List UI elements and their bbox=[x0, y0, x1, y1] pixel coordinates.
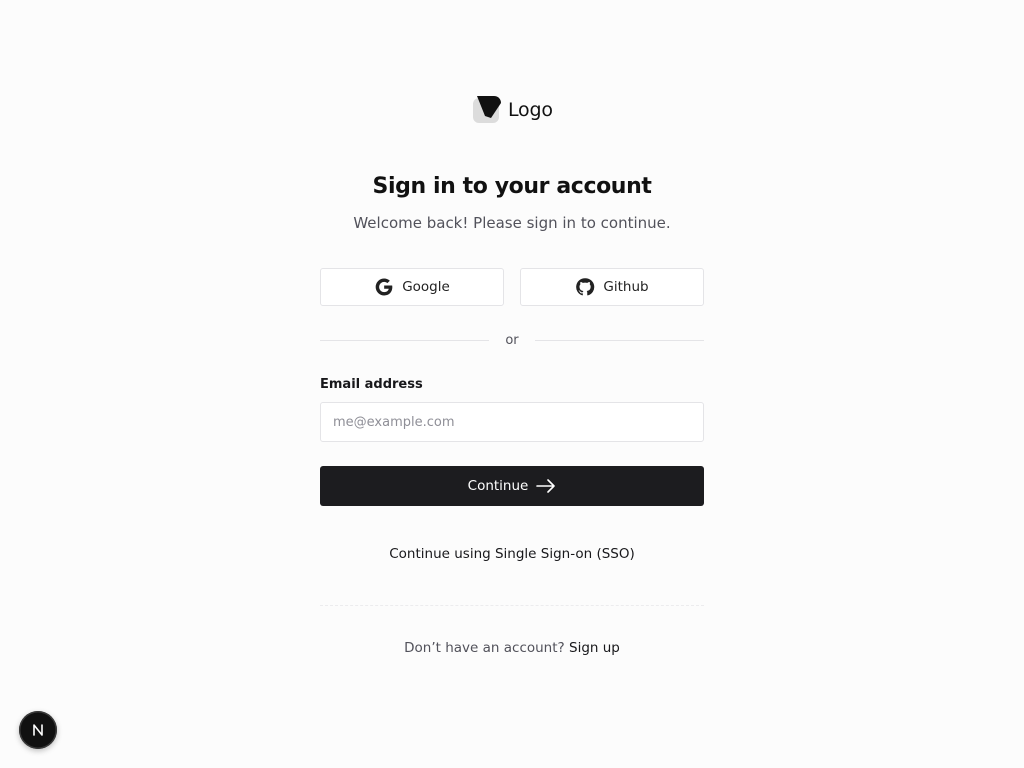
google-button-label: Google bbox=[402, 279, 450, 295]
arrow-right-icon bbox=[536, 479, 556, 493]
github-button-label: Github bbox=[603, 279, 649, 295]
or-divider: or bbox=[320, 333, 704, 348]
dev-tools-badge[interactable]: N bbox=[19, 711, 57, 749]
github-sign-in-button[interactable]: Github bbox=[520, 268, 704, 306]
sign-up-link[interactable]: Sign up bbox=[569, 640, 620, 656]
logo: Logo bbox=[472, 96, 553, 124]
google-sign-in-button[interactable]: Google bbox=[320, 268, 504, 306]
divider-line-left bbox=[320, 340, 490, 341]
signup-row: Don’t have an account? Sign up bbox=[320, 640, 704, 656]
email-label: Email address bbox=[320, 377, 423, 392]
nextjs-icon: N bbox=[33, 724, 43, 736]
google-icon bbox=[375, 278, 393, 296]
continue-button-label: Continue bbox=[467, 478, 529, 494]
logo-mark-icon bbox=[473, 96, 501, 123]
logo-text: Logo bbox=[508, 99, 553, 121]
page-subtitle: Welcome back! Please sign in to continue… bbox=[353, 214, 671, 232]
divider-text: or bbox=[505, 333, 519, 348]
github-icon bbox=[576, 278, 595, 296]
page-title: Sign in to your account bbox=[372, 174, 652, 199]
signup-prompt: Don’t have an account? bbox=[404, 640, 569, 656]
sign-in-page: Logo Sign in to your account Welcome bac… bbox=[0, 0, 1024, 768]
footer-divider bbox=[320, 605, 704, 606]
email-input[interactable] bbox=[320, 402, 704, 442]
sso-link[interactable]: Continue using Single Sign-on (SSO) bbox=[320, 546, 704, 562]
divider-line-right bbox=[534, 340, 704, 341]
continue-button[interactable]: Continue bbox=[320, 466, 704, 506]
social-login-row: Google Github bbox=[320, 268, 704, 306]
